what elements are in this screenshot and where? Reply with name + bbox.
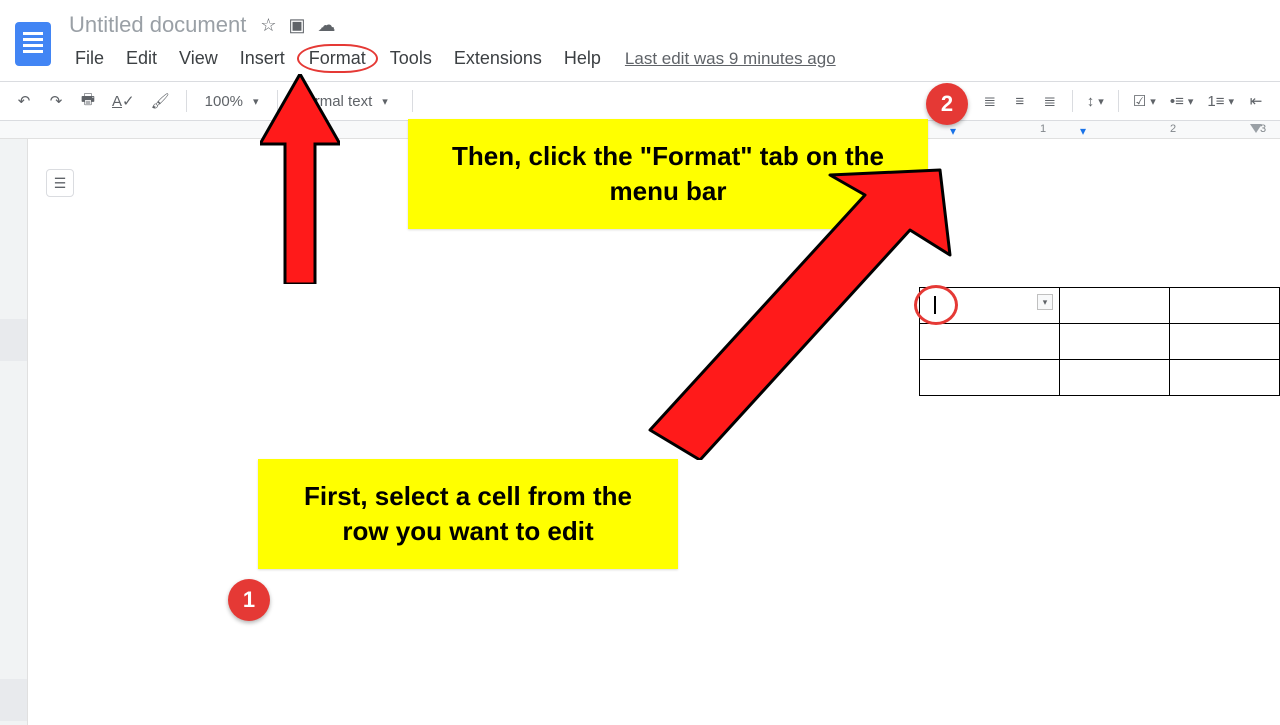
- toolbar: ↶ ↷ 🖶 A✓ 🖌 100% Normal text ≡ ≣ ≡ ≣ ↕ ☑ …: [0, 81, 1280, 121]
- table-cell[interactable]: ▾: [920, 288, 1060, 324]
- tutorial-callout-step2: Then, click the "Format" tab on the menu…: [408, 119, 928, 229]
- numbered-list-button[interactable]: 1≡: [1203, 88, 1238, 114]
- table-cell[interactable]: [1060, 360, 1170, 396]
- undo-button[interactable]: ↶: [12, 88, 36, 114]
- vertical-ruler[interactable]: [0, 139, 28, 725]
- docs-app-icon[interactable]: [15, 22, 51, 66]
- menu-format[interactable]: Format: [297, 44, 378, 73]
- table-cell[interactable]: [1060, 324, 1170, 360]
- text-cursor: [934, 296, 936, 314]
- separator: [186, 90, 187, 112]
- table-row[interactable]: ▾: [920, 288, 1280, 324]
- table-cell[interactable]: [1170, 324, 1280, 360]
- align-right-button[interactable]: ≡: [1008, 88, 1032, 114]
- paint-format-button[interactable]: 🖌: [147, 88, 174, 114]
- align-justify-button[interactable]: ≣: [1038, 88, 1062, 114]
- cloud-status-icon[interactable]: ☁: [317, 15, 335, 36]
- menu-edit[interactable]: Edit: [116, 44, 167, 73]
- menu-insert[interactable]: Insert: [230, 44, 295, 73]
- tutorial-badge-1: 1: [228, 579, 270, 621]
- zoom-select[interactable]: 100%: [199, 93, 265, 110]
- menu-tools[interactable]: Tools: [380, 44, 442, 73]
- table-row[interactable]: [920, 360, 1280, 396]
- print-button[interactable]: 🖶: [76, 88, 100, 114]
- separator: [1118, 90, 1119, 112]
- last-edit-link[interactable]: Last edit was 9 minutes ago: [625, 49, 836, 69]
- menu-file[interactable]: File: [65, 44, 114, 73]
- menu-help[interactable]: Help: [554, 44, 611, 73]
- move-icon[interactable]: ▣: [288, 15, 305, 36]
- table-row[interactable]: [920, 324, 1280, 360]
- menu-view[interactable]: View: [169, 44, 228, 73]
- separator: [412, 90, 413, 112]
- table-cell[interactable]: [1170, 360, 1280, 396]
- align-center-button[interactable]: ≣: [978, 88, 1002, 114]
- table-cell[interactable]: [1060, 288, 1170, 324]
- document-page[interactable]: ☰ ▾ Then, click: [28, 139, 1280, 725]
- ruler-tick: 1: [1040, 123, 1046, 135]
- menu-bar: File Edit View Insert Format Tools Exten…: [65, 44, 836, 73]
- separator: [1072, 90, 1073, 112]
- table-cell[interactable]: [920, 324, 1060, 360]
- tutorial-callout-step1: First, select a cell from the row you wa…: [258, 459, 678, 569]
- tutorial-badge-2: 2: [926, 83, 968, 125]
- decrease-indent-button[interactable]: ⇤: [1244, 88, 1268, 114]
- spellcheck-button[interactable]: A✓: [108, 88, 139, 114]
- redo-button[interactable]: ↷: [44, 88, 68, 114]
- document-table[interactable]: ▾: [919, 287, 1280, 396]
- star-icon[interactable]: ☆: [260, 15, 276, 36]
- separator: [277, 90, 278, 112]
- checklist-button[interactable]: ☑: [1129, 88, 1160, 114]
- ruler-tick: 2: [1170, 123, 1176, 135]
- document-outline-button[interactable]: ☰: [46, 169, 74, 197]
- table-cell[interactable]: [1170, 288, 1280, 324]
- bulleted-list-button[interactable]: •≡: [1166, 88, 1198, 114]
- cell-dropdown-icon[interactable]: ▾: [1037, 294, 1053, 310]
- line-spacing-button[interactable]: ↕: [1083, 88, 1108, 114]
- menu-extensions[interactable]: Extensions: [444, 44, 552, 73]
- paragraph-style-select[interactable]: Normal text: [290, 93, 400, 110]
- ruler-tick: 3: [1260, 123, 1266, 135]
- document-title[interactable]: Untitled document: [65, 10, 250, 40]
- table-cell[interactable]: [920, 360, 1060, 396]
